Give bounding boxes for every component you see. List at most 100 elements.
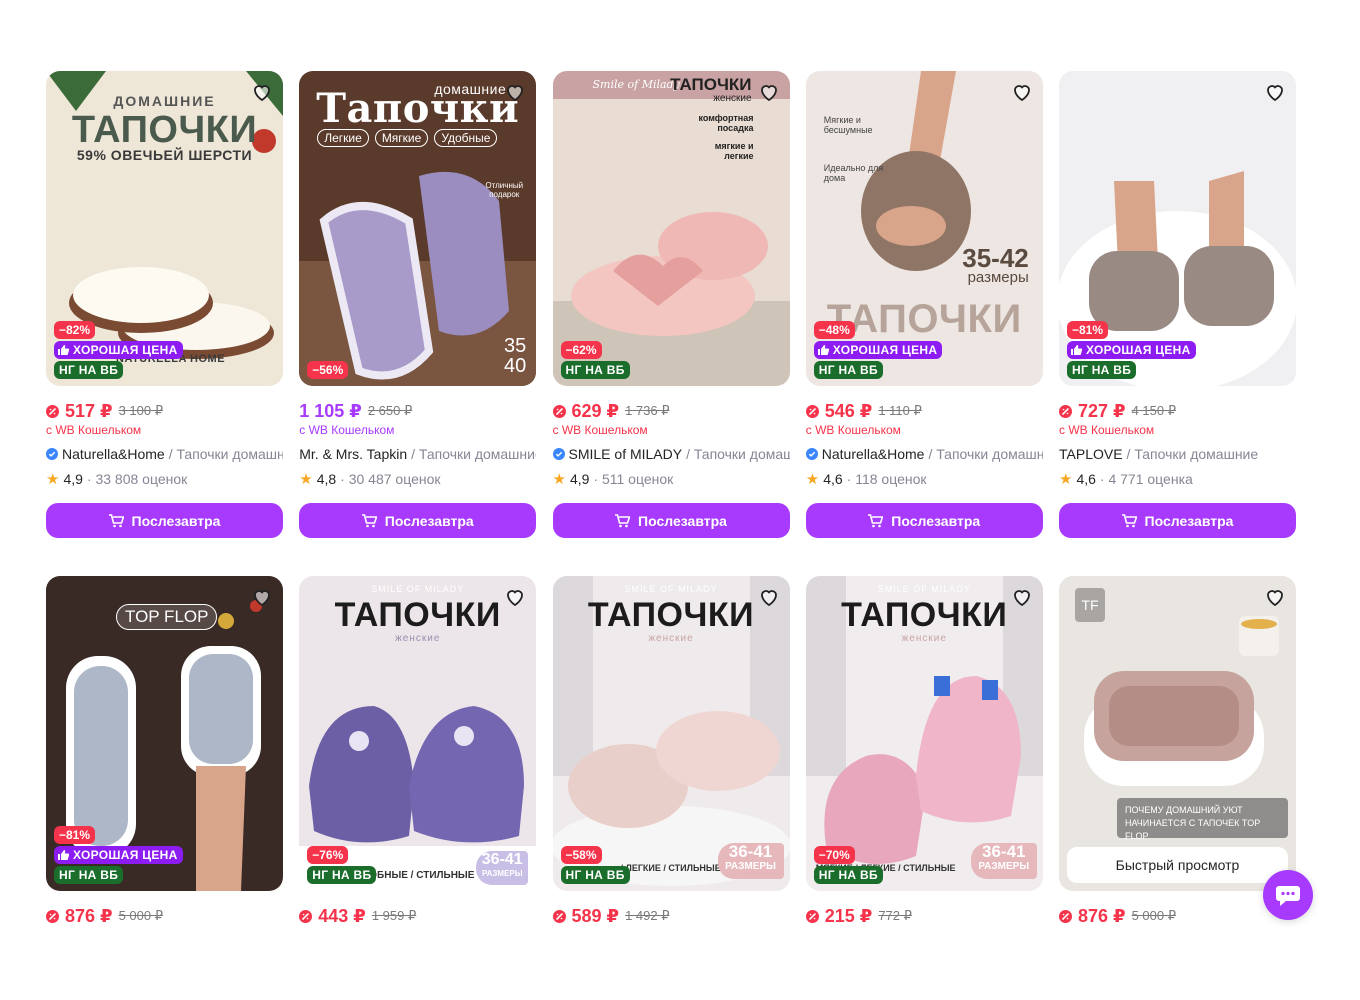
price: 215 ₽ bbox=[824, 905, 873, 926]
discount-badge: −81% bbox=[1067, 321, 1109, 339]
badges: −56% bbox=[307, 361, 349, 379]
product-card[interactable]: SMILE OF MILADY ТАПОЧКИ женские ОБНЫЕ / … bbox=[299, 576, 537, 936]
add-to-cart-button[interactable]: Послезавтра bbox=[1059, 503, 1296, 538]
product-title: / Тапочки домашние bbox=[168, 446, 283, 462]
brand-logo: SMILE OF MILADY bbox=[877, 584, 971, 594]
review-count: · 4 771 оценка bbox=[1099, 471, 1193, 487]
old-price: 1 959 ₽ bbox=[371, 908, 417, 923]
ng-badge: НГ НА ВБ bbox=[54, 361, 124, 379]
favorite-heart-icon[interactable] bbox=[756, 584, 782, 610]
rating-value: 4,9 bbox=[569, 471, 590, 487]
product-image[interactable]: Мягкие и бесшумные Идеально для дома 35-… bbox=[805, 71, 1043, 386]
product-card[interactable]: домашние Тапочки Легкие Мягкие Удобные О… bbox=[299, 71, 537, 576]
star-icon: ★ bbox=[299, 471, 313, 488]
verified-check-icon bbox=[805, 448, 818, 460]
favorite-heart-icon[interactable] bbox=[249, 584, 275, 610]
product-card[interactable]: TF ПОЧЕМУ ДОМАШНИЙ УЮТ НАЧИНАЕТСЯ С ТАПО… bbox=[1059, 576, 1296, 936]
rating-row: ★ 4,9 · 33 808 оценок bbox=[46, 469, 283, 489]
price-row: 876 ₽ 5 000 ₽ bbox=[1059, 905, 1296, 927]
product-card[interactable]: ДОМАШНИЕ ТАПОЧКИ 59% ОВЕЧЬЕЙ ШЕРСТИ NATU… bbox=[46, 71, 283, 576]
favorite-heart-icon[interactable] bbox=[1009, 584, 1035, 610]
favorite-heart-icon[interactable] bbox=[502, 79, 528, 105]
old-price: 4 150 ₽ bbox=[1131, 403, 1176, 418]
discount-badge: −82% bbox=[54, 321, 96, 339]
discount-badge: −81% bbox=[54, 826, 96, 844]
image-caption: 59% ОВЕЧЬЕЙ ШЕРСТИ bbox=[76, 147, 253, 163]
product-image[interactable]: −81% ХОРОШАЯ ЦЕНА НГ НА ВБ bbox=[1059, 71, 1296, 386]
rating-value: 4,9 bbox=[63, 471, 83, 487]
feature-tag: Мягкие bbox=[374, 129, 429, 147]
thumbs-up-icon bbox=[817, 345, 829, 355]
product-name[interactable]: Naturella&Home / Тапочки домашние bbox=[805, 444, 1043, 464]
product-image[interactable]: SMILE OF MILADY ТАПОЧКИ женские / ЛЕГКИЕ… bbox=[552, 576, 790, 891]
thumbs-up-icon bbox=[58, 345, 70, 355]
discount-badge: −70% bbox=[813, 846, 855, 864]
product-card[interactable]: Smile of Milady ТАПОЧКИ женские комфортн… bbox=[552, 71, 790, 576]
favorite-heart-icon[interactable] bbox=[1262, 584, 1288, 610]
old-price: 5 000 ₽ bbox=[118, 908, 163, 923]
product-photo bbox=[1059, 576, 1296, 891]
price: 876 ₽ bbox=[1078, 905, 1126, 926]
button-label: Послезавтра bbox=[131, 512, 221, 529]
product-image[interactable]: ДОМАШНИЕ ТАПОЧКИ 59% ОВЕЧЬЕЙ ШЕРСТИ NATU… bbox=[46, 71, 283, 386]
favorite-heart-icon[interactable] bbox=[1262, 79, 1288, 105]
wallet-note: с WB Кошельком bbox=[299, 423, 395, 437]
product-card[interactable]: Мягкие и бесшумные Идеально для дома 35-… bbox=[805, 71, 1043, 576]
wallet-discount-icon bbox=[46, 404, 59, 418]
favorite-heart-icon[interactable] bbox=[502, 584, 528, 610]
price: 1 105 ₽ bbox=[299, 400, 362, 421]
gift-note: Отличный подарок bbox=[485, 181, 524, 199]
product-card[interactable]: TOP FLOP −81% ХОРОШАЯ ЦЕНА НГ НА ВБ 876 … bbox=[46, 576, 283, 936]
brand-name: Naturella&Home bbox=[821, 446, 925, 462]
ng-badge: НГ НА ВБ bbox=[813, 866, 883, 884]
price: 589 ₽ bbox=[571, 905, 620, 926]
rating-value: 4,6 bbox=[823, 471, 843, 487]
review-count: · 30 487 оценок bbox=[340, 471, 441, 487]
product-name[interactable]: Mr. & Mrs. Tapkin / Тапочки домашние bbox=[299, 444, 536, 464]
add-to-cart-button[interactable]: Послезавтра bbox=[805, 503, 1043, 538]
review-count: · 511 оценок bbox=[593, 471, 674, 487]
product-card[interactable]: SMILE OF MILADY ТАПОЧКИ женские МЯГКИЕ /… bbox=[805, 576, 1043, 936]
star-icon: ★ bbox=[552, 471, 566, 488]
favorite-heart-icon[interactable] bbox=[1009, 79, 1035, 105]
wallet-note: с WB Кошельком bbox=[1059, 423, 1155, 437]
product-image[interactable]: домашние Тапочки Легкие Мягкие Удобные О… bbox=[299, 71, 537, 386]
image-caption: женские bbox=[713, 93, 752, 104]
size-label: РАЗМЕРЫ bbox=[481, 869, 523, 878]
product-name[interactable]: TAPLOVE / Тапочки домашние bbox=[1059, 444, 1296, 464]
product-image[interactable]: SMILE OF MILADY ТАПОЧКИ женские МЯГКИЕ /… bbox=[805, 576, 1043, 891]
page-bottom bbox=[0, 930, 1360, 1000]
ng-badge: НГ НА ВБ bbox=[307, 866, 377, 884]
chat-bubble-icon bbox=[1276, 886, 1300, 906]
cart-icon bbox=[108, 513, 124, 527]
product-image[interactable]: TOP FLOP −81% ХОРОШАЯ ЦЕНА НГ НА ВБ bbox=[46, 576, 283, 891]
discount-badge: −76% bbox=[307, 846, 349, 864]
add-to-cart-button[interactable]: Послезавтра bbox=[552, 503, 790, 538]
wallet-discount-icon bbox=[299, 909, 313, 923]
good-price-label: ХОРОШАЯ ЦЕНА bbox=[1086, 343, 1191, 357]
favorite-heart-icon[interactable] bbox=[756, 79, 782, 105]
product-name[interactable]: SMILE of MILADY / Тапочки домашние bbox=[552, 444, 790, 464]
size-badge: 36-41 РАЗМЕРЫ bbox=[717, 843, 784, 879]
product-image[interactable]: Smile of Milady ТАПОЧКИ женские комфортн… bbox=[552, 71, 790, 386]
badges: −76% НГ НА ВБ bbox=[307, 846, 377, 884]
chat-button[interactable] bbox=[1263, 870, 1313, 920]
product-image[interactable]: SMILE OF MILADY ТАПОЧКИ женские ОБНЫЕ / … bbox=[299, 576, 537, 891]
button-label: Послезавтра bbox=[638, 512, 727, 529]
price: 629 ₽ bbox=[571, 400, 620, 421]
quick-view-button[interactable]: Быстрый просмотр bbox=[1067, 847, 1288, 883]
add-to-cart-button[interactable]: Послезавтра bbox=[46, 503, 283, 538]
good-price-badge: ХОРОШАЯ ЦЕНА bbox=[1067, 341, 1196, 359]
favorite-heart-icon[interactable] bbox=[249, 79, 275, 105]
product-image[interactable]: TF ПОЧЕМУ ДОМАШНИЙ УЮТ НАЧИНАЕТСЯ С ТАПО… bbox=[1059, 576, 1296, 891]
add-to-cart-button[interactable]: Послезавтра bbox=[299, 503, 537, 538]
product-card[interactable]: SMILE OF MILADY ТАПОЧКИ женские / ЛЕГКИЕ… bbox=[552, 576, 790, 936]
wallet-discount-icon bbox=[1059, 404, 1072, 418]
product-title: / Тапочки домашние bbox=[411, 446, 537, 462]
price-row: 215 ₽ 772 ₽ bbox=[805, 905, 1043, 927]
wallet-discount-icon bbox=[552, 404, 566, 418]
feature-note: мягкие и легкие bbox=[714, 141, 754, 161]
product-name[interactable]: Naturella&Home / Тапочки домашние bbox=[46, 444, 283, 464]
old-price: 1 736 ₽ bbox=[625, 403, 670, 418]
product-card[interactable]: −81% ХОРОШАЯ ЦЕНА НГ НА ВБ 727 ₽ 4 150 ₽… bbox=[1059, 71, 1296, 576]
